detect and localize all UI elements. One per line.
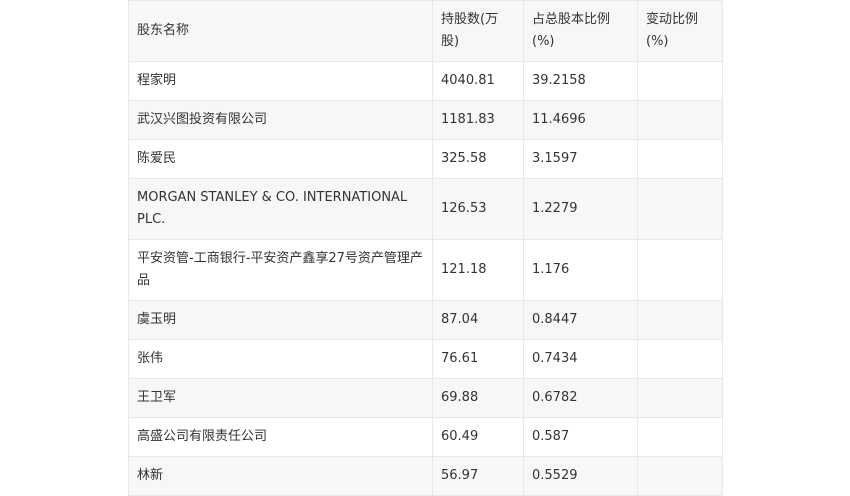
table-header-row: 股东名称 持股数(万股) 占总股本比例(%) 变动比例(%) [128,0,723,62]
cell-shareholder-name: MORGAN STANLEY & CO. INTERNATIONAL PLC. [128,178,433,240]
cell-shareholder-name: 林新 [128,456,433,496]
cell-share-ratio: 0.587 [523,417,638,457]
cell-shares-held: 76.61 [432,339,524,379]
cell-change-ratio [637,300,723,340]
cell-shareholder-name: 虞玉明 [128,300,433,340]
cell-shares-held: 56.97 [432,456,524,496]
header-shares-held: 持股数(万股) [432,0,524,62]
cell-change-ratio [637,61,723,101]
cell-share-ratio: 1.176 [523,239,638,301]
cell-share-ratio: 1.2279 [523,178,638,240]
cell-shareholder-name: 武汉兴图投资有限公司 [128,100,433,140]
cell-change-ratio [637,456,723,496]
cell-shares-held: 4040.81 [432,61,524,101]
cell-change-ratio [637,239,723,301]
cell-shares-held: 121.18 [432,239,524,301]
table-row: 王卫军 69.88 0.6782 [128,378,723,418]
cell-change-ratio [637,417,723,457]
table-row: 高盛公司有限责任公司 60.49 0.587 [128,417,723,457]
cell-shares-held: 325.58 [432,139,524,179]
header-shareholder-name: 股东名称 [128,0,433,62]
table-row: 程家明 4040.81 39.2158 [128,61,723,101]
cell-change-ratio [637,378,723,418]
cell-shareholder-name: 陈爱民 [128,139,433,179]
shareholder-table: 股东名称 持股数(万股) 占总股本比例(%) 变动比例(%) 程家明 4040.… [128,0,723,496]
cell-shareholder-name: 平安资管-工商银行-平安资产鑫享27号资产管理产品 [128,239,433,301]
cell-share-ratio: 11.4696 [523,100,638,140]
cell-share-ratio: 0.8447 [523,300,638,340]
cell-change-ratio [637,139,723,179]
cell-change-ratio [637,339,723,379]
table-row: 平安资管-工商银行-平安资产鑫享27号资产管理产品 121.18 1.176 [128,239,723,301]
cell-shareholder-name: 高盛公司有限责任公司 [128,417,433,457]
cell-share-ratio: 0.5529 [523,456,638,496]
table-row: 陈爱民 325.58 3.1597 [128,139,723,179]
table-row: MORGAN STANLEY & CO. INTERNATIONAL PLC. … [128,178,723,240]
cell-share-ratio: 3.1597 [523,139,638,179]
cell-shares-held: 126.53 [432,178,524,240]
header-change-ratio: 变动比例(%) [637,0,723,62]
cell-shares-held: 87.04 [432,300,524,340]
cell-shareholder-name: 王卫军 [128,378,433,418]
cell-shareholder-name: 程家明 [128,61,433,101]
cell-shares-held: 1181.83 [432,100,524,140]
cell-shareholder-name: 张伟 [128,339,433,379]
cell-shares-held: 69.88 [432,378,524,418]
cell-share-ratio: 0.7434 [523,339,638,379]
table-row: 武汉兴图投资有限公司 1181.83 11.4696 [128,100,723,140]
table-row: 虞玉明 87.04 0.8447 [128,300,723,340]
cell-share-ratio: 39.2158 [523,61,638,101]
cell-change-ratio [637,178,723,240]
cell-shares-held: 60.49 [432,417,524,457]
cell-share-ratio: 0.6782 [523,378,638,418]
table-row: 林新 56.97 0.5529 [128,456,723,496]
header-share-ratio: 占总股本比例(%) [523,0,638,62]
table-row: 张伟 76.61 0.7434 [128,339,723,379]
cell-change-ratio [637,100,723,140]
shareholder-table-container: 股东名称 持股数(万股) 占总股本比例(%) 变动比例(%) 程家明 4040.… [128,0,723,496]
